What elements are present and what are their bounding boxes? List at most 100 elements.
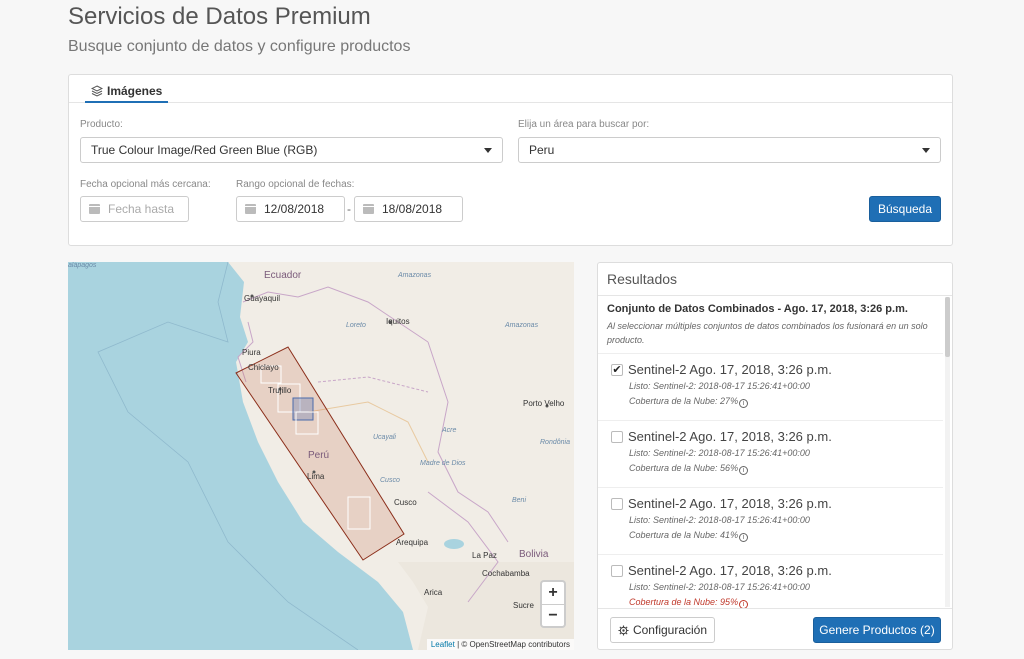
configuration-button[interactable]: Configuración (610, 617, 715, 643)
map[interactable]: alápagos Ecuador Guayaquil Amazonas Lore… (68, 262, 574, 650)
map-label-arica: Arica (424, 588, 443, 597)
range-separator: - (347, 202, 351, 216)
generate-products-button[interactable]: Genere Productos (2) (813, 617, 941, 643)
area-select[interactable]: Peru (518, 137, 941, 163)
result-checkbox[interactable] (611, 431, 623, 443)
range-end-value: 18/08/2018 (382, 202, 443, 216)
caret-down-icon (922, 148, 930, 153)
result-cloud-cover: Cobertura de la Nube: 27% i (629, 396, 749, 408)
map-label-ucayali: Ucayali (373, 434, 396, 441)
zoom-control: + − (540, 580, 566, 628)
result-ready: Listo: Sentinel-2: 2018-08-17 15:26:41+0… (629, 515, 810, 525)
area-select-value: Peru (529, 143, 555, 157)
combined-dataset-note: Al seleccionar múltiples conjuntos de da… (607, 321, 928, 345)
result-item: Sentinel-2 Ago. 17, 2018, 3:26 p.m. List… (598, 487, 943, 554)
result-item: ✔ Sentinel-2 Ago. 17, 2018, 3:26 p.m. Li… (598, 353, 943, 420)
map-label-madre-de-dios: Madre de Dios (420, 460, 466, 467)
gear-icon (618, 624, 629, 636)
result-ready: Listo: Sentinel-2: 2018-08-17 15:26:41+0… (629, 448, 810, 458)
nearest-date-label: Fecha opcional más cercana: (80, 179, 211, 190)
layers-icon (91, 85, 103, 97)
result-cloud-cover: Cobertura de la Nube: 56% i (629, 463, 749, 475)
map-label-loreto: Loreto (346, 322, 366, 329)
product-select-value: True Colour Image/Red Green Blue (RGB) (91, 143, 318, 157)
result-checkbox[interactable]: ✔ (611, 364, 623, 376)
zoom-in-button[interactable]: + (542, 582, 564, 604)
calendar-icon (245, 204, 256, 214)
range-end-input[interactable]: 18/08/2018 (354, 196, 463, 222)
product-label: Producto: (80, 119, 123, 130)
results-panel: Resultados Conjunto de Datos Combinados … (597, 262, 953, 650)
map-label-rondonia: Rondônia (540, 439, 570, 446)
map-label-cusco-region: Cusco (380, 477, 400, 484)
map-label-peru: Perú (308, 450, 330, 461)
result-cloud-text: Cobertura de la Nube: 27% (629, 396, 739, 406)
map-label-lima: Lima (307, 472, 325, 481)
result-cloud-cover: Cobertura de la Nube: 41% i (629, 530, 749, 542)
result-cloud-text: Cobertura de la Nube: 56% (629, 463, 739, 473)
map-label-arequipa: Arequipa (396, 538, 429, 547)
map-label-chiclayo: Chiclayo (248, 363, 279, 372)
area-label: Elija un área para buscar por: (518, 119, 650, 130)
configuration-button-label: Configuración (632, 623, 708, 637)
map-label-cusco: Cusco (394, 498, 417, 507)
map-label-acre: Acre (442, 427, 457, 434)
scrollbar-thumb[interactable] (945, 297, 950, 357)
map-label-trujillo: Trujillo (268, 386, 292, 395)
result-name: Sentinel-2 Ago. 17, 2018, 3:26 p.m. (628, 563, 832, 578)
info-icon[interactable]: i (739, 466, 749, 475)
map-label-bolivia: Bolivia (519, 549, 549, 560)
divider (598, 295, 952, 296)
map-label-guayaquil: Guayaquil (244, 294, 281, 303)
result-name: Sentinel-2 Ago. 17, 2018, 3:26 p.m. (628, 496, 832, 511)
result-cloud-text: Cobertura de la Nube: 41% (629, 530, 739, 540)
result-name: Sentinel-2 Ago. 17, 2018, 3:26 p.m. (628, 362, 832, 377)
range-start-value: 12/08/2018 (264, 202, 325, 216)
caret-down-icon (484, 148, 492, 153)
map-attribution: Leaflet | © OpenStreetMap contributors (426, 639, 574, 650)
check-mark-icon: ✔ (612, 364, 622, 376)
calendar-icon (89, 204, 100, 214)
result-checkbox[interactable] (611, 498, 623, 510)
leaflet-link[interactable]: Leaflet (431, 640, 455, 649)
search-panel: Imágenes Producto: True Colour Image/Red… (68, 74, 953, 246)
page: Servicios de Datos Premium Busque conjun… (0, 0, 1024, 659)
zoom-out-button[interactable]: − (542, 604, 564, 626)
map-label-la-paz: La Paz (472, 551, 497, 560)
nearest-date-placeholder: Fecha hasta (108, 202, 175, 216)
info-icon[interactable]: i (739, 533, 749, 542)
result-cloud-text: Cobertura de la Nube: 95% (629, 597, 739, 607)
info-icon[interactable]: i (739, 399, 749, 408)
tab-bar: Imágenes (69, 75, 952, 103)
nearest-date-input[interactable]: Fecha hasta (80, 196, 189, 222)
map-label-sucre: Sucre (513, 601, 534, 610)
product-select[interactable]: True Colour Image/Red Green Blue (RGB) (80, 137, 503, 163)
map-label-iquitos: Iquitos (386, 317, 410, 326)
map-label-cochabamba: Cochabamba (482, 569, 530, 578)
result-ready: Listo: Sentinel-2: 2018-08-17 15:26:41+0… (629, 381, 810, 391)
tab-images[interactable]: Imágenes (85, 81, 169, 103)
page-subtitle: Busque conjunto de datos y configure pro… (68, 38, 411, 55)
map-label-porto-velho: Porto Velho (523, 399, 565, 408)
calendar-icon (363, 204, 374, 214)
tab-images-label: Imágenes (107, 84, 163, 98)
map-label-galapagos: alápagos (68, 262, 97, 269)
combined-dataset-title: Conjunto de Datos Combinados - Ago. 17, … (607, 303, 908, 315)
map-label-amazonas-2: Amazonas (505, 322, 539, 329)
result-checkbox[interactable] (611, 565, 623, 577)
result-item: Sentinel-2 Ago. 17, 2018, 3:26 p.m. List… (598, 420, 943, 487)
page-title: Servicios de Datos Premium (68, 3, 371, 30)
range-label: Rango opcional de fechas: (236, 179, 355, 190)
search-button[interactable]: Búsqueda (869, 196, 941, 222)
attribution-text: | © OpenStreetMap contributors (454, 640, 570, 649)
map-label-beni: Beni (512, 497, 527, 504)
result-item: Sentinel-2 Ago. 17, 2018, 3:26 p.m. List… (598, 554, 943, 621)
result-ready: Listo: Sentinel-2: 2018-08-17 15:26:41+0… (629, 582, 810, 592)
results-title: Resultados (607, 271, 678, 287)
map-label-amazonas-1: Amazonas (398, 272, 432, 279)
results-scrollbar[interactable] (945, 297, 950, 607)
map-label-piura: Piura (242, 348, 261, 357)
map-label-ecuador: Ecuador (264, 270, 302, 281)
result-name: Sentinel-2 Ago. 17, 2018, 3:26 p.m. (628, 429, 832, 444)
range-start-input[interactable]: 12/08/2018 (236, 196, 345, 222)
